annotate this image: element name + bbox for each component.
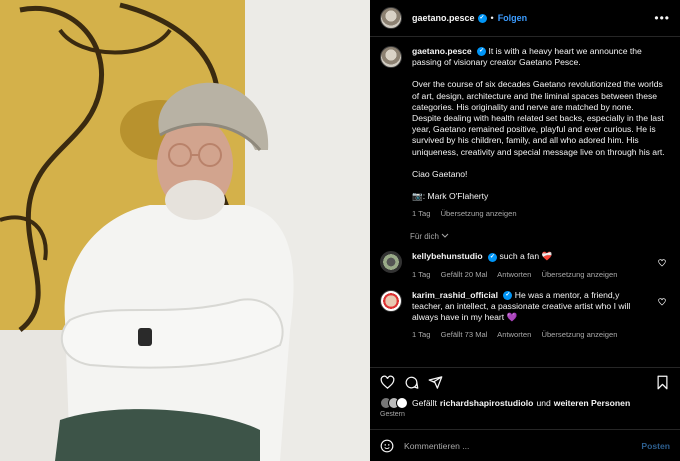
comment-item: karim_rashid_official ✓ He was a mentor,… bbox=[380, 289, 670, 341]
post-date[interactable]: Gestern bbox=[370, 409, 680, 423]
comment-likes[interactable]: Gefällt 73 Mal bbox=[441, 330, 488, 339]
likes-user-link[interactable]: richardshapirostudiolo bbox=[440, 398, 534, 408]
comment-username[interactable]: kellybehunstudio bbox=[412, 251, 483, 261]
comment-translate-link[interactable]: Übersetzung anzeigen bbox=[541, 330, 617, 339]
comment-heart-icon[interactable] bbox=[658, 259, 666, 267]
author-avatar[interactable] bbox=[380, 7, 402, 29]
caption-time[interactable]: 1 Tag bbox=[412, 209, 430, 218]
verified-icon: ✓ bbox=[503, 291, 513, 301]
follow-button[interactable]: Folgen bbox=[498, 13, 528, 23]
liker-avatars[interactable] bbox=[380, 397, 408, 409]
caption-username[interactable]: gaetano.pesce bbox=[412, 46, 472, 56]
comment-reply-button[interactable]: Antworten bbox=[497, 330, 531, 339]
verified-icon: ✓ bbox=[477, 47, 487, 57]
comment-likes[interactable]: Gefällt 20 Mal bbox=[441, 270, 488, 279]
likes-prefix: Gefällt bbox=[412, 398, 437, 408]
post-header: gaetano.pesce ✓ • Folgen ••• bbox=[370, 0, 680, 37]
caption-photo-credit: 📷: Mark O'Flaherty bbox=[412, 191, 489, 202]
comment-time[interactable]: 1 Tag bbox=[412, 270, 430, 279]
comments-scroll-area[interactable]: gaetano.pesce ✓ It is with a heavy heart… bbox=[370, 37, 680, 367]
comment-item: kellybehunstudio ✓ such a fan ❤️‍🩹 1 Tag… bbox=[380, 251, 670, 279]
action-bar bbox=[370, 367, 680, 397]
likes-others-link[interactable]: weiteren Personen bbox=[554, 398, 630, 408]
comment-translate-link[interactable]: Übersetzung anzeigen bbox=[541, 270, 617, 279]
emoji-icon[interactable] bbox=[380, 439, 394, 453]
likes-middle: und bbox=[536, 398, 551, 408]
chevron-down-icon bbox=[441, 234, 449, 239]
separator-dot: • bbox=[490, 13, 494, 23]
comment-avatar[interactable] bbox=[380, 289, 402, 312]
comment-icon[interactable] bbox=[404, 375, 419, 390]
likes-summary: Gefällt richardshapirostudiolo und weite… bbox=[370, 397, 680, 409]
heart-icon[interactable] bbox=[380, 375, 395, 390]
caption-avatar[interactable] bbox=[380, 46, 402, 68]
more-icon[interactable]: ••• bbox=[654, 11, 670, 25]
caption-translate-link[interactable]: Übersetzung anzeigen bbox=[441, 209, 517, 218]
verified-icon: ✓ bbox=[477, 13, 487, 23]
comment-username[interactable]: karim_rashid_official bbox=[412, 290, 498, 300]
liker-avatar bbox=[396, 397, 408, 409]
comment-avatar[interactable] bbox=[380, 251, 402, 274]
comment-reply-button[interactable]: Antworten bbox=[497, 270, 531, 279]
post-photo[interactable] bbox=[0, 0, 370, 461]
post-panel: gaetano.pesce ✓ • Folgen ••• gaetano.pes… bbox=[370, 0, 680, 461]
verified-icon: ✓ bbox=[488, 252, 498, 262]
for-you-toggle[interactable]: Für dich bbox=[410, 232, 670, 241]
portrait-image bbox=[0, 0, 370, 461]
post-comment-button[interactable]: Posten bbox=[641, 441, 670, 451]
share-icon[interactable] bbox=[428, 375, 443, 390]
bookmark-icon[interactable] bbox=[655, 375, 670, 390]
comment-time[interactable]: 1 Tag bbox=[412, 330, 430, 339]
post-caption: gaetano.pesce ✓ It is with a heavy heart… bbox=[380, 46, 670, 219]
comment-composer: Kommentieren ... Posten bbox=[370, 429, 680, 461]
comment-text: such a fan ❤️‍🩹 bbox=[499, 251, 553, 262]
author-username[interactable]: gaetano.pesce bbox=[412, 13, 475, 23]
for-you-label: Für dich bbox=[410, 232, 439, 242]
comment-input[interactable]: Kommentieren ... bbox=[404, 441, 641, 451]
comment-heart-icon[interactable] bbox=[658, 298, 666, 306]
caption-closing: Ciao Gaetano! bbox=[412, 168, 468, 179]
caption-paragraph: Over the course of six decades Gaetano r… bbox=[412, 79, 665, 157]
